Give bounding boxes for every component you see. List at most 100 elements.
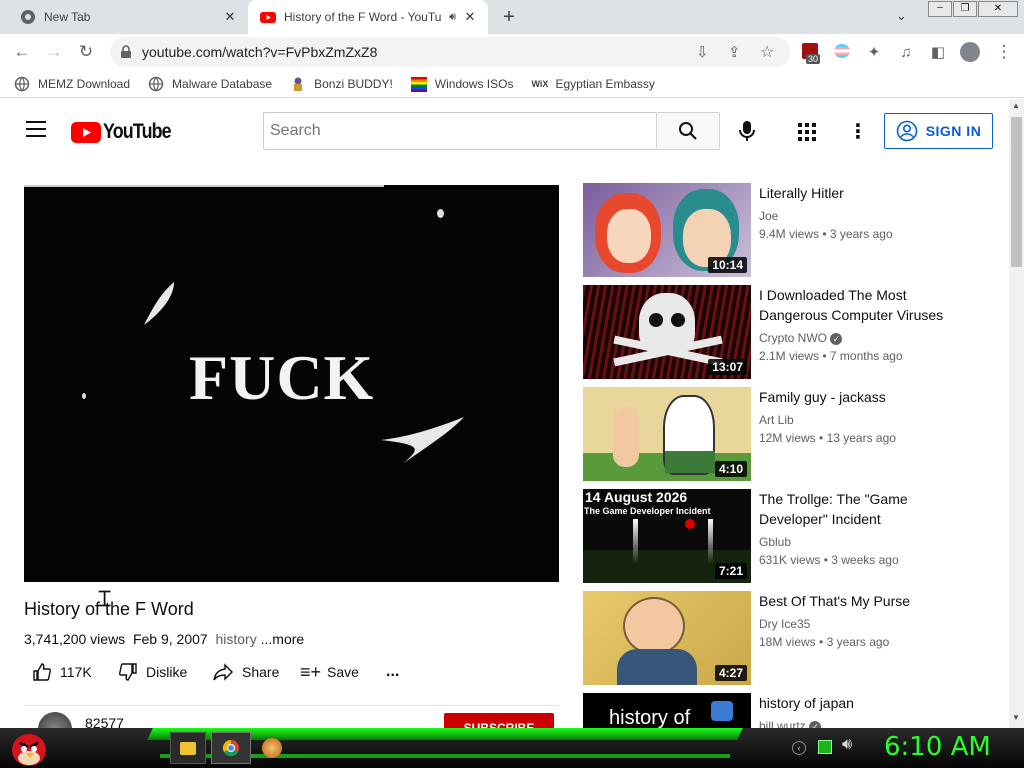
recommended-video[interactable]: 4:27 Best Of That's My Purse Dry Ice35 1… bbox=[583, 591, 1003, 687]
speaker-icon[interactable]: 🔊︎ bbox=[449, 11, 456, 24]
close-tab-icon[interactable]: ✕ bbox=[220, 7, 240, 27]
apps-grid-icon[interactable] bbox=[798, 123, 816, 141]
video-title[interactable]: The Trollge: The "Game Developer" Incide… bbox=[759, 489, 959, 529]
system-clock[interactable]: 6:10 AM bbox=[884, 732, 991, 762]
video-title[interactable]: history of japan bbox=[759, 693, 959, 713]
back-arrow-icon[interactable]: ← bbox=[8, 34, 36, 70]
subscribe-button[interactable]: SUBSCRIBE bbox=[444, 713, 554, 728]
cartoon-pants bbox=[665, 451, 715, 473]
video-stats: 631K views • 3 weeks ago bbox=[759, 553, 899, 567]
video-title[interactable]: I Downloaded The Most Dangerous Computer… bbox=[759, 285, 959, 325]
more-actions-button[interactable]: ... bbox=[386, 661, 399, 683]
share-button[interactable]: Share bbox=[212, 661, 279, 683]
tab-youtube-video[interactable]: History of the F Word - YouTu 🔊︎ ✕ bbox=[248, 0, 488, 34]
bookmark-malware-database[interactable]: Malware Database bbox=[148, 72, 272, 96]
video-title[interactable]: Family guy - jackass bbox=[759, 387, 959, 407]
dislike-button[interactable]: Dislike bbox=[118, 661, 187, 683]
youtube-page: YouTube ⋮ SIGN IN FUCK History of the F … bbox=[0, 99, 1009, 728]
channel-name[interactable]: Joe bbox=[759, 209, 778, 223]
channel-name[interactable]: Dry Ice35 bbox=[759, 617, 810, 631]
menu-kebab-icon[interactable]: ⋮ bbox=[990, 34, 1018, 70]
video-thumbnail[interactable]: 4:27 bbox=[583, 591, 751, 685]
wix-icon: WiX bbox=[531, 78, 549, 89]
flag-extension-icon[interactable] bbox=[834, 44, 850, 58]
scrollbar-thumb[interactable] bbox=[1011, 117, 1022, 267]
reload-icon[interactable]: ↻ bbox=[72, 34, 100, 70]
tab-new-tab[interactable]: New Tab ✕ bbox=[0, 0, 248, 34]
maximize-button[interactable]: ❐ bbox=[953, 1, 977, 17]
upload-date: Feb 9, 2007 bbox=[132, 631, 208, 647]
video-metadata[interactable]: 3,741,200 views Feb 9, 2007 history ...m… bbox=[24, 631, 304, 647]
taskbar: ‹ 🔊︎ 6:10 AM bbox=[0, 728, 1024, 768]
browser-toolbar: ← → ↻ youtube.com/watch?v=FvPbxZmZxZ8 ⇩ … bbox=[0, 34, 1024, 70]
settings-kebab-icon[interactable]: ⋮ bbox=[848, 119, 868, 144]
channel-name[interactable]: Crypto NWO ✓ bbox=[759, 331, 843, 345]
recommended-video[interactable]: 13:07 I Downloaded The Most Dangerous Co… bbox=[583, 285, 1003, 381]
video-title[interactable]: Best Of That's My Purse bbox=[759, 591, 959, 611]
bookmark-egyptian-embassy[interactable]: WiX Egyptian Embassy bbox=[531, 72, 654, 96]
media-control-icon[interactable]: ♫ bbox=[892, 34, 920, 70]
video-thumbnail[interactable]: 13:07 bbox=[583, 285, 751, 379]
recommended-video[interactable]: 10:14 Literally Hitler Joe 9.4M views • … bbox=[583, 183, 1003, 279]
bookmark-star-icon[interactable]: ☆ bbox=[760, 42, 774, 62]
thumbnail-headline: history of bbox=[609, 707, 691, 728]
scroll-down-arrow-icon[interactable]: ▼ bbox=[1012, 713, 1020, 722]
address-bar[interactable]: youtube.com/watch?v=FvPbxZmZxZ8 ⇩ ⇪ ☆ bbox=[110, 37, 790, 67]
recommended-video[interactable]: 14 August 2026 The Game Developer Incide… bbox=[583, 489, 1003, 585]
bookmark-memz[interactable]: MEMZ Download bbox=[14, 72, 130, 96]
tab-title: New Tab bbox=[44, 10, 91, 24]
lock-icon[interactable] bbox=[120, 45, 132, 59]
show-more-link[interactable]: ...more bbox=[261, 631, 305, 647]
recommended-video[interactable]: history of history of japan bill wurtz ✓ bbox=[583, 693, 1003, 728]
chrome-taskbar-button[interactable] bbox=[211, 732, 251, 764]
red-eye bbox=[685, 519, 695, 529]
file-explorer-button[interactable] bbox=[170, 732, 206, 764]
share-icon[interactable]: ⇪ bbox=[728, 43, 741, 61]
video-thumbnail[interactable]: history of bbox=[583, 693, 751, 728]
youtube-logo[interactable]: YouTube bbox=[71, 120, 183, 144]
bookmark-windows-isos[interactable]: Windows ISOs bbox=[410, 72, 513, 96]
minimize-button[interactable]: – bbox=[928, 1, 952, 17]
tab-search-icon[interactable]: ⌄ bbox=[896, 8, 914, 26]
video-player[interactable]: FUCK bbox=[24, 185, 559, 582]
video-thumbnail[interactable]: 14 August 2026 The Game Developer Incide… bbox=[583, 489, 751, 583]
like-count: 117K bbox=[60, 664, 92, 680]
scroll-up-arrow-icon[interactable]: ▲ bbox=[1012, 101, 1020, 110]
video-thumbnail[interactable]: 10:14 bbox=[583, 183, 751, 277]
install-app-icon[interactable]: ⇩ bbox=[696, 43, 709, 61]
channel-name[interactable]: Gblub bbox=[759, 535, 791, 549]
save-label: Save bbox=[327, 664, 359, 680]
bookmark-bonzi-buddy[interactable]: Bonzi BUDDY! bbox=[290, 72, 393, 96]
show-hidden-icons-chevron-icon[interactable]: ‹ bbox=[792, 741, 806, 755]
video-tag[interactable]: history bbox=[215, 631, 256, 647]
tab-title: History of the F Word - YouTu bbox=[284, 10, 442, 24]
video-thumbnail[interactable]: 4:10 bbox=[583, 387, 751, 481]
profile-avatar[interactable] bbox=[960, 42, 980, 62]
sign-in-button[interactable]: SIGN IN bbox=[884, 113, 993, 149]
puzzle-extensions-icon[interactable]: ✦ bbox=[860, 34, 888, 70]
chrome-icon bbox=[21, 10, 35, 24]
channel-name[interactable]: Art Lib bbox=[759, 413, 794, 427]
bookmark-label: Bonzi BUDDY! bbox=[314, 76, 393, 91]
channel-name[interactable]: bill wurtz ✓ bbox=[759, 719, 822, 728]
search-input[interactable] bbox=[263, 112, 657, 150]
save-button[interactable]: ≡+ Save bbox=[300, 661, 359, 683]
video-title[interactable]: Literally Hitler bbox=[759, 183, 959, 203]
volume-icon[interactable]: 🔊︎ bbox=[842, 736, 852, 754]
bookmark-label: Malware Database bbox=[172, 76, 273, 91]
forward-arrow-icon[interactable]: → bbox=[40, 34, 68, 70]
channel-subscriber-count: 82577 bbox=[85, 715, 124, 728]
close-window-button[interactable]: ✕ bbox=[978, 1, 1018, 17]
bonzi-taskbar-icon[interactable] bbox=[262, 738, 282, 758]
like-button[interactable]: 117K bbox=[32, 661, 92, 683]
start-button-angry-bird-icon[interactable] bbox=[8, 728, 50, 768]
search-button[interactable] bbox=[656, 112, 720, 150]
voice-search-button[interactable] bbox=[736, 119, 758, 143]
page-scrollbar[interactable]: ▲ ▼ bbox=[1009, 99, 1024, 728]
hamburger-menu-icon[interactable] bbox=[26, 121, 46, 137]
side-panel-icon[interactable]: ◧ bbox=[924, 34, 952, 70]
close-tab-icon[interactable]: ✕ bbox=[460, 7, 480, 27]
new-tab-button[interactable]: + bbox=[498, 6, 520, 28]
network-icon[interactable] bbox=[818, 740, 832, 754]
recommended-video[interactable]: 4:10 Family guy - jackass Art Lib 12M vi… bbox=[583, 387, 1003, 483]
